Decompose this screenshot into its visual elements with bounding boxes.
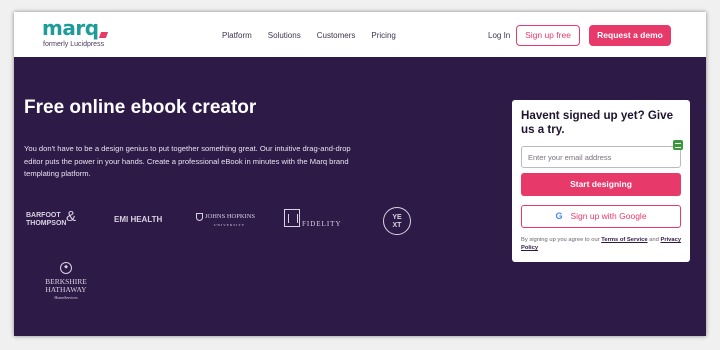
logo-accent-mark	[98, 32, 109, 38]
terms-and: and	[647, 237, 661, 243]
barfoot-thompson-logo: BARFOOT THOMPSON &	[26, 209, 76, 228]
hero-description: You don't have to be a design genius to …	[24, 144, 351, 178]
request-demo-button[interactable]: Request a demo	[589, 25, 671, 46]
login-link[interactable]: Log In	[488, 31, 510, 40]
marq-logo[interactable]: marq formerly Lucidpress	[42, 16, 122, 52]
site-header: marq formerly Lucidpress Platform Soluti…	[14, 12, 706, 57]
nav-item-customers[interactable]: Customers	[317, 31, 356, 40]
signup-card-title: Havent signed up yet? Give us a try.	[521, 109, 674, 136]
nav-item-solutions[interactable]: Solutions	[268, 31, 301, 40]
logo-wordmark: marq	[42, 16, 99, 40]
email-field[interactable]	[521, 146, 681, 168]
bh-sub: HomeServices	[54, 295, 78, 300]
start-designing-button[interactable]: Start designing	[521, 173, 681, 196]
main-nav: Platform Solutions Customers Pricing	[222, 31, 396, 40]
fidelity-name: FIDELITY	[302, 220, 342, 228]
bh-line-2: HATHAWAY	[45, 285, 87, 294]
hero-title: Free online ebook creator	[24, 97, 257, 118]
google-signup-label: Sign up with Google	[570, 211, 647, 221]
signup-free-button[interactable]: Sign up free	[516, 25, 580, 46]
johns-hopkins-name: JOHNS HOPKINS	[205, 213, 256, 220]
terms-of-service-link[interactable]: Terms of Service	[601, 237, 647, 243]
autofill-icon[interactable]	[673, 140, 683, 150]
yext-line-1: YE	[392, 214, 402, 221]
shield-icon	[196, 212, 203, 221]
pyramid-icon	[284, 209, 300, 227]
nav-item-pricing[interactable]: Pricing	[371, 31, 395, 40]
emi-health-logo: EMI HEALTH	[114, 215, 163, 224]
johns-hopkins-sub: UNIVERSITY	[214, 223, 245, 227]
barfoot-line-1: BARFOOT	[26, 212, 61, 219]
google-signup-button[interactable]: G Sign up with Google	[521, 205, 681, 228]
nav-item-platform[interactable]: Platform	[222, 31, 252, 40]
yext-line-2: XT	[392, 222, 402, 229]
seal-icon: ◆	[60, 262, 72, 274]
yext-logo: YE XT	[383, 207, 411, 235]
logo-subtitle: formerly Lucidpress	[43, 41, 105, 48]
terms-prefix: By signing up you agree to our	[521, 237, 602, 243]
barfoot-ampersand: &	[66, 208, 77, 225]
johns-hopkins-logo: JOHNS HOPKINS UNIVERSITY	[196, 212, 255, 230]
barfoot-line-2: THOMPSON	[26, 220, 67, 227]
berkshire-hathaway-logo: ◆ BERKSHIRE HATHAWAY HomeServices	[38, 262, 94, 302]
terms-notice: By signing up you agree to our Terms of …	[521, 236, 687, 252]
google-icon: G	[555, 211, 563, 221]
signup-card: Havent signed up yet? Give us a try. Sta…	[512, 100, 690, 262]
page-frame: marq formerly Lucidpress Platform Soluti…	[14, 12, 706, 336]
